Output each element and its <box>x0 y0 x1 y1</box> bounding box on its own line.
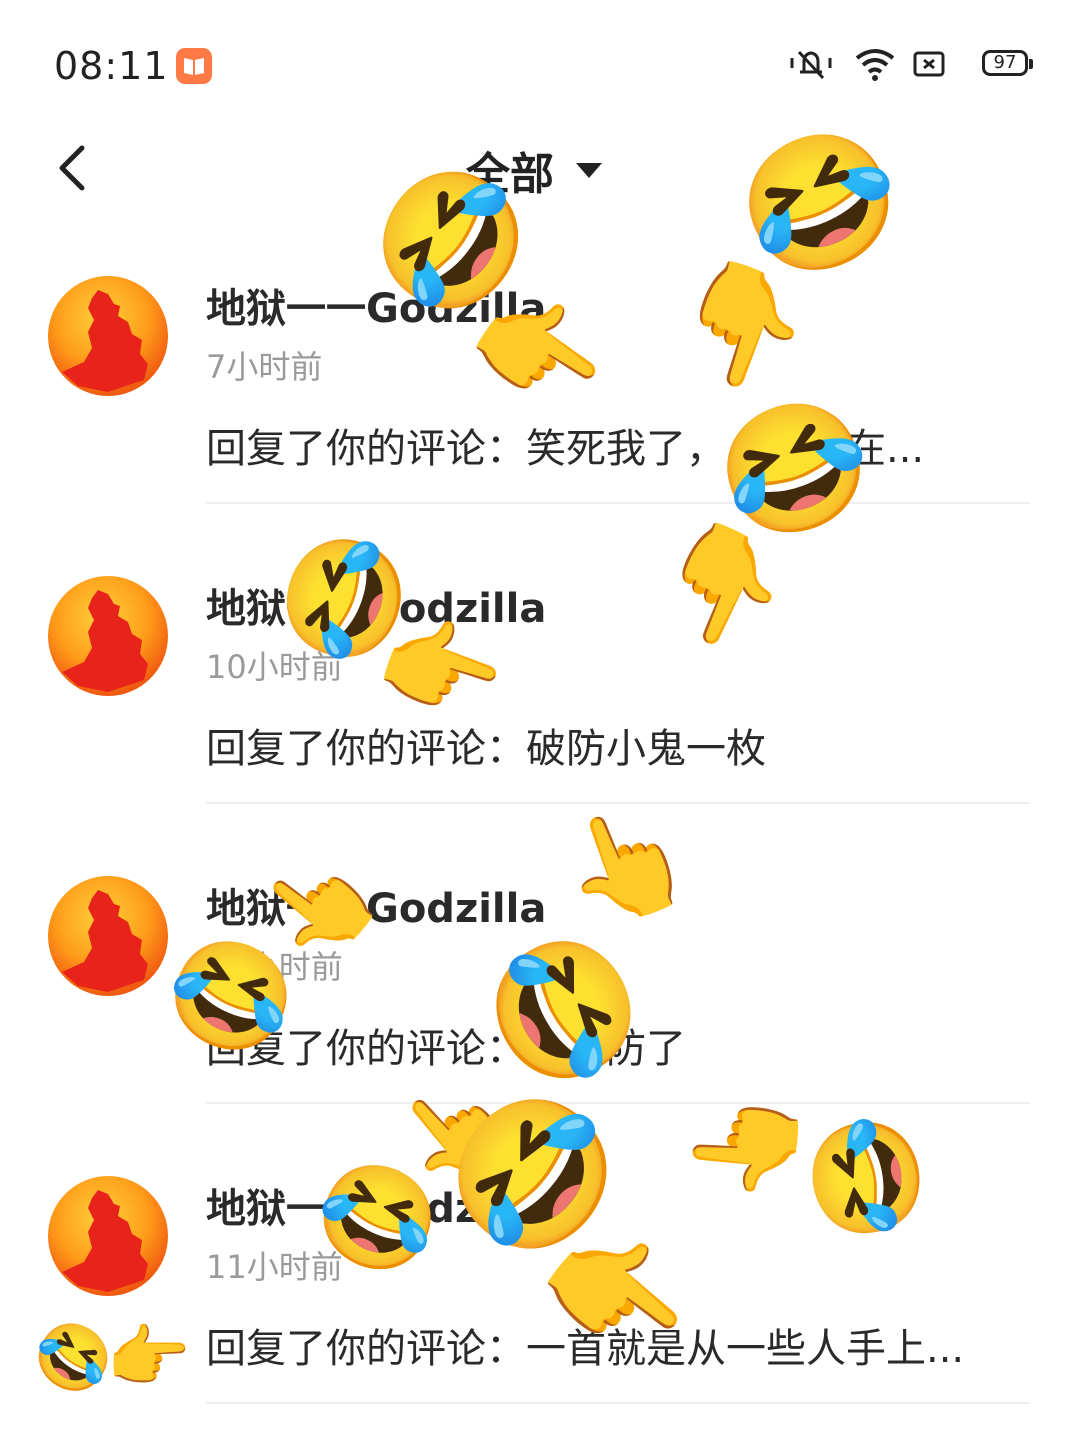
status-bar: 08:11 97 <box>0 0 1070 130</box>
avatar[interactable] <box>48 1176 168 1296</box>
divider <box>206 1102 1030 1104</box>
back-button[interactable] <box>48 138 102 198</box>
notification-item[interactable]: 地狱一一Godzilla 10小时前 回复了你的评论：破防小鬼一枚 <box>0 530 1070 830</box>
notification-item[interactable]: 地狱一一Godzilla 11小时前 回复了你的评论：一首就是从一些人手上... <box>0 1130 1070 1430</box>
user-name[interactable]: 地狱一一Godzilla <box>206 1176 546 1234</box>
message-text: 回复了你的评论：…破防了 <box>206 1026 686 1072</box>
avatar[interactable] <box>48 876 168 996</box>
message-text: 回复了你的评论：一首就是从一些人手上... <box>206 1326 965 1372</box>
notes-app-icon <box>176 48 212 84</box>
filter-dropdown[interactable]: 全部 <box>466 142 602 200</box>
filter-label: 全部 <box>466 149 554 200</box>
user-name[interactable]: 地狱一一Godzilla <box>206 276 546 334</box>
wifi-icon <box>854 46 896 86</box>
user-name[interactable]: 地狱一一Godzilla <box>206 576 546 634</box>
status-time: 08:11 <box>54 44 169 88</box>
time-ago: 11小时前 <box>206 948 343 986</box>
message-text: 回复了你的评论：笑死我了，…就是在... <box>206 426 925 472</box>
time-ago: 11小时前 <box>206 1248 343 1286</box>
header: 全部 <box>0 130 1070 220</box>
chevron-left-icon <box>59 145 85 191</box>
battery-icon: 97 <box>982 50 1033 76</box>
divider <box>206 802 1030 804</box>
time-ago: 7小时前 <box>206 348 323 386</box>
message-text: 回复了你的评论：破防小鬼一枚 <box>206 726 766 772</box>
time-ago: 10小时前 <box>206 648 343 686</box>
caret-down-icon <box>576 162 602 178</box>
avatar[interactable] <box>48 276 168 396</box>
avatar[interactable] <box>48 576 168 696</box>
divider <box>206 502 1030 504</box>
divider <box>206 1402 1030 1404</box>
notification-item[interactable]: 地狱一一Godzilla 7小时前 回复了你的评论：笑死我了，…就是在... <box>0 230 1070 530</box>
notification-item[interactable]: 地狱一一Godzilla 11小时前 回复了你的评论：…破防了 <box>0 830 1070 1130</box>
sim-icon <box>912 46 946 86</box>
user-name[interactable]: 地狱一一Godzilla <box>206 876 546 934</box>
status-icons: 97 <box>788 46 1033 86</box>
mute-icon <box>788 46 834 86</box>
